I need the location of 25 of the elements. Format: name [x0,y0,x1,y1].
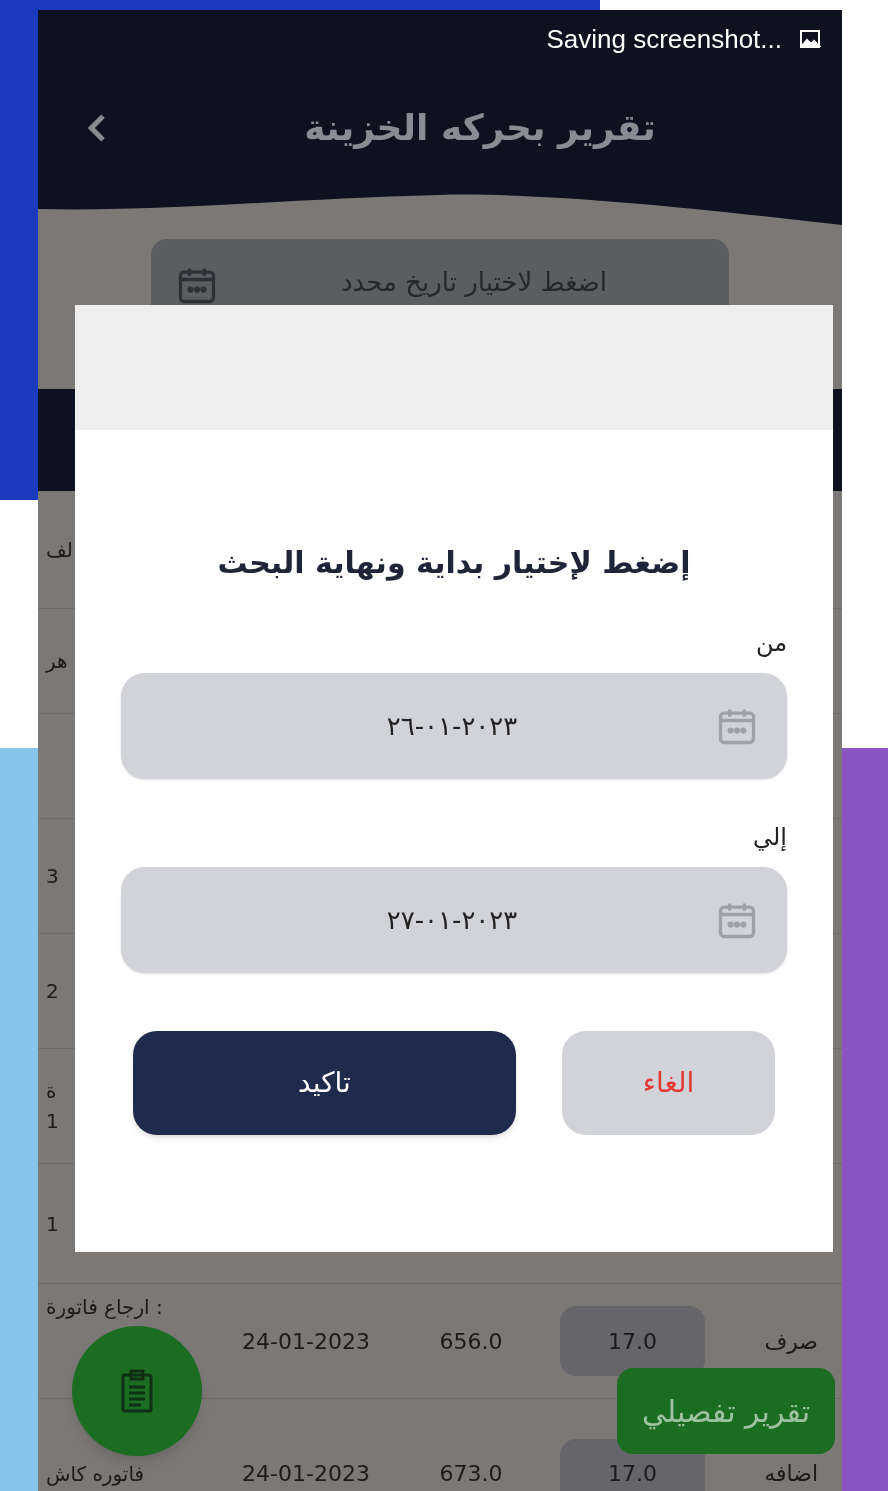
row-label: 1 [46,1210,59,1238]
dialog-title: إضغط لإختيار بداية ونهاية البحث [216,544,692,583]
row-label: ارجاع فاتورة : [46,1294,163,1321]
date-cell-text: 24-01-2023 [241,1327,371,1356]
date-field[interactable]: ٢٠٢٣-٠١-٢٧ [121,867,787,973]
row-label: هر [46,648,68,675]
amount-cell-text: 673.0 [438,1460,504,1488]
row-label: فاتوره كاش [46,1460,145,1488]
row-label: ة [46,1078,57,1105]
image-icon [798,27,822,51]
row-label: 2 [46,978,59,1005]
amount-cell-text: 656.0 [438,1327,504,1356]
screen-title: تقرير بحركه الخزينة [303,106,657,151]
type-cell-text: اضافه [764,1460,818,1488]
notification-text: Saving screenshot... [546,22,782,56]
row-label: لف [46,536,73,564]
field-label: إلي [752,822,787,853]
quantity-badge: 17.0 [560,1306,705,1376]
date-field[interactable]: ٢٠٢٣-٠١-٢٦ [121,673,787,779]
type-cell-text: صرف [764,1327,818,1356]
row-label: 1 [46,1108,59,1135]
field-label: من [754,628,787,659]
date-cell-text: 24-01-2023 [241,1460,371,1488]
row-label: 3 [46,863,59,890]
confirm-button[interactable]: تاكيد [133,1031,516,1135]
